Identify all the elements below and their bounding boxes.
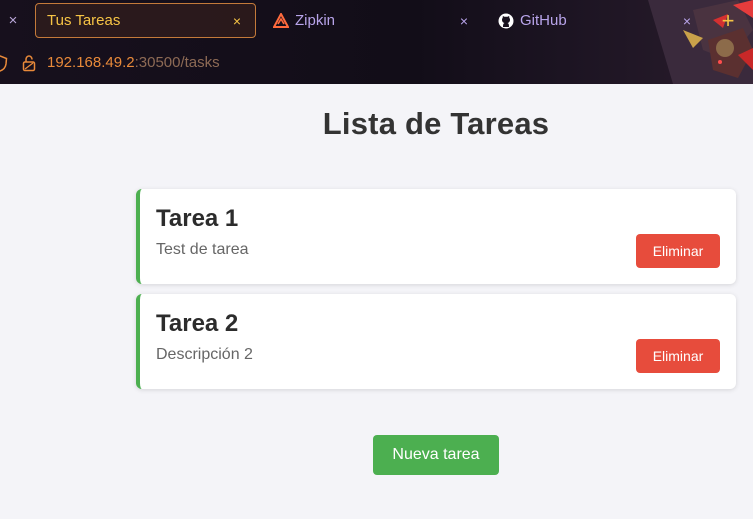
task-title: Tarea 2: [156, 310, 239, 337]
url-path: :30500/tasks: [134, 54, 220, 71]
tab-label: Tus Tareas: [47, 12, 121, 29]
task-card: Tarea 2 Descripción 2 Eliminar: [136, 294, 736, 389]
close-icon[interactable]: ×: [456, 13, 472, 29]
new-task-button[interactable]: Nueva tarea: [373, 435, 499, 475]
new-tab-button[interactable]: +: [716, 9, 740, 33]
task-description: Descripción 2: [156, 346, 253, 363]
task-title: Tarea 1: [156, 205, 239, 232]
page-title: Lista de Tareas: [322, 106, 550, 141]
close-icon[interactable]: ×: [679, 13, 695, 29]
tab-zipkin[interactable]: Zipkin ×: [262, 3, 482, 38]
tab-strip: × Tus Tareas × Zipkin × GitHub × +: [0, 0, 753, 42]
shield-icon[interactable]: [0, 55, 8, 72]
address-bar[interactable]: 192.168.49.2:30500/tasks: [0, 46, 560, 80]
tab-github[interactable]: GitHub ×: [487, 3, 705, 38]
task-description: Test de tarea: [156, 241, 249, 258]
page-content: Lista de Tareas Tarea 1 Test de tarea El…: [0, 84, 753, 519]
close-icon[interactable]: ×: [2, 10, 24, 32]
tab-label: GitHub: [520, 12, 567, 29]
delete-task-button[interactable]: Eliminar: [636, 339, 720, 373]
lock-icon[interactable]: [21, 54, 37, 72]
url-host: 192.168.49.2: [47, 54, 135, 71]
tab-tus-tareas[interactable]: Tus Tareas ×: [35, 3, 256, 38]
task-card: Tarea 1 Test de tarea Eliminar: [136, 189, 736, 284]
tab-label: Zipkin: [295, 12, 336, 29]
close-icon[interactable]: ×: [229, 13, 245, 29]
zipkin-icon: [273, 12, 289, 28]
delete-task-button[interactable]: Eliminar: [636, 234, 720, 268]
browser-chrome: × Tus Tareas × Zipkin × GitHub × + 192.1…: [0, 0, 753, 84]
url-text[interactable]: 192.168.49.2:30500/tasks: [47, 54, 220, 71]
github-icon: [498, 13, 514, 28]
